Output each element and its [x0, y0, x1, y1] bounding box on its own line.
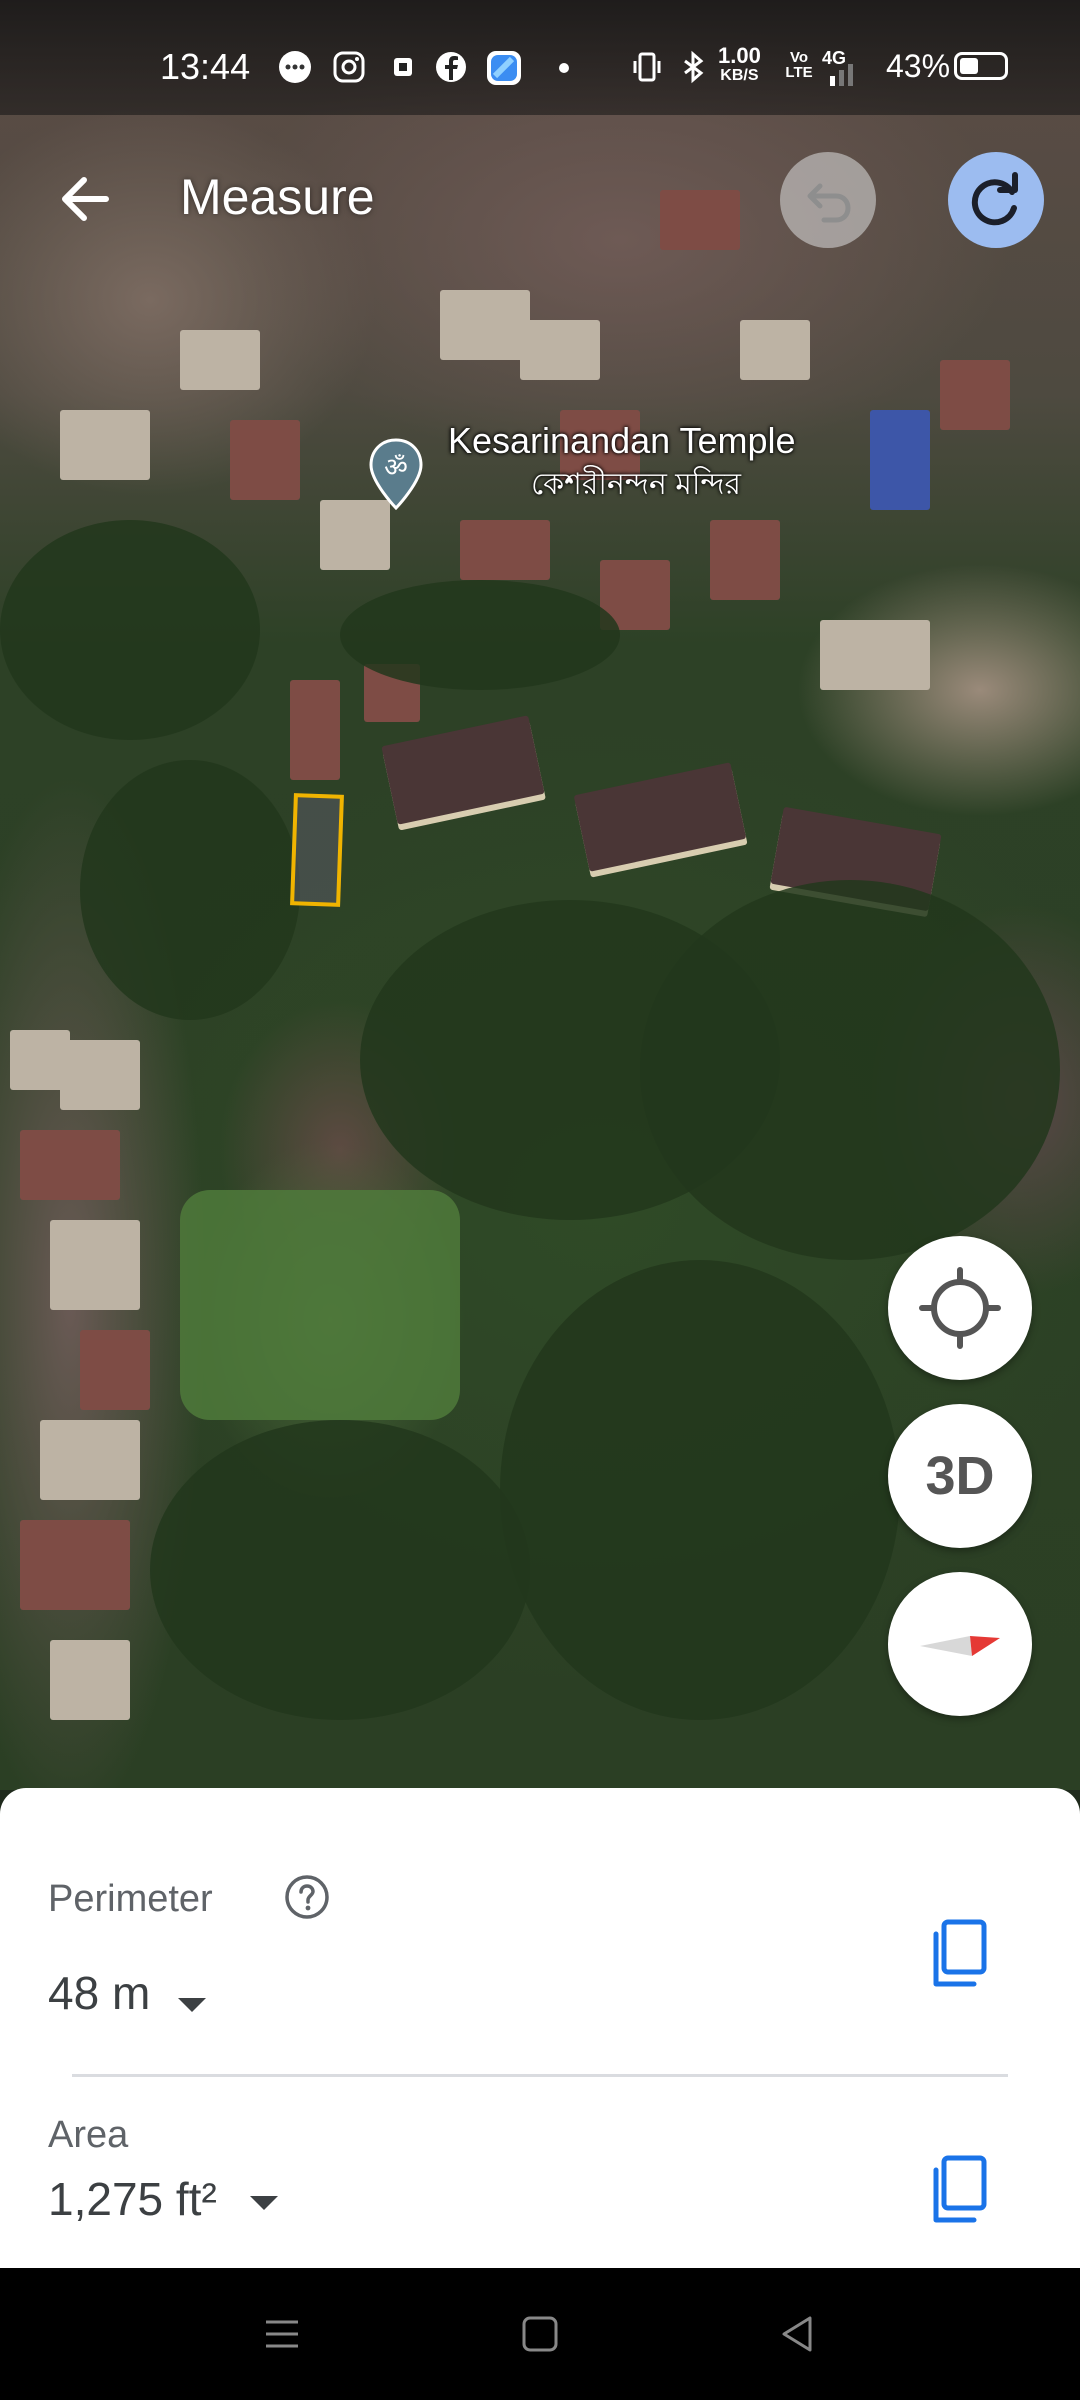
building [460, 520, 550, 580]
app-icon [486, 50, 521, 85]
building [230, 420, 300, 500]
place-name-label[interactable]: Kesarinandan Temple [448, 420, 796, 462]
home-icon[interactable] [518, 2312, 562, 2356]
battery-fill [960, 58, 978, 74]
place-name-local-label[interactable]: কেশরীনন্দন মন্দির [448, 466, 824, 504]
measurement-sheet: Perimeter 48 m Area 1,275 ft² [0, 1788, 1080, 2268]
divider [72, 2074, 1008, 2077]
compass-icon [920, 1636, 1000, 1656]
area-value[interactable]: 1,275 ft² [48, 2172, 217, 2226]
battery-percent: 43% [886, 48, 951, 84]
undo-icon [807, 183, 851, 223]
volte-badge: Vo LTE [785, 49, 813, 81]
compass-button[interactable] [888, 1572, 1032, 1716]
copy-perimeter-button[interactable] [928, 1918, 992, 1990]
building [710, 520, 780, 600]
building [20, 1130, 120, 1200]
battery-icon [954, 52, 1008, 80]
undo-button[interactable] [780, 152, 876, 248]
building [940, 360, 1010, 430]
building [381, 715, 545, 825]
building [740, 320, 810, 380]
dot-icon [556, 50, 590, 84]
back-icon[interactable] [776, 2312, 820, 2356]
tree-cluster [640, 880, 1060, 1260]
network-speed: 1.00 KB/S [718, 43, 761, 86]
area-label: Area [48, 2114, 129, 2156]
network-speed-value: 1.00 [718, 43, 761, 68]
building [290, 680, 340, 780]
tree-cluster [500, 1260, 900, 1720]
menu-icon[interactable] [260, 2312, 304, 2356]
building [50, 1220, 140, 1310]
building [20, 1520, 130, 1610]
measure-polygon[interactable] [290, 793, 344, 907]
perimeter-value[interactable]: 48 m [48, 1966, 150, 2020]
status-time: 13:44 [160, 46, 251, 87]
threed-label: 3D [925, 1446, 995, 1506]
my-location-icon [919, 1267, 1001, 1349]
grass-field [180, 1190, 460, 1420]
perimeter-unit-dropdown-icon[interactable] [178, 1998, 206, 2012]
building [320, 500, 390, 570]
building [80, 1330, 150, 1410]
my-location-button[interactable] [888, 1236, 1032, 1380]
bluetooth-icon [676, 50, 710, 84]
area-unit-dropdown-icon[interactable] [250, 2196, 278, 2210]
tree-cluster [150, 1420, 530, 1720]
building [520, 320, 600, 380]
notification-icon [386, 50, 420, 84]
building [820, 620, 930, 690]
building [180, 330, 260, 390]
copy-icon [933, 1919, 987, 1987]
om-temple-pin-icon[interactable]: ॐ [368, 438, 424, 511]
tree-cluster [80, 760, 300, 1020]
redo-icon [971, 172, 1018, 226]
building [60, 1040, 140, 1110]
back-arrow-icon[interactable] [50, 164, 120, 234]
chat-icon [278, 50, 312, 84]
status-bar: 13:44 1.00 KB/S Vo LTE 4G 43% [0, 0, 1080, 115]
instagram-icon [332, 50, 366, 84]
building [660, 190, 740, 250]
building [573, 762, 747, 872]
tree-cluster [340, 580, 620, 690]
svg-text:ॐ: ॐ [384, 453, 408, 483]
tree-cluster [0, 520, 260, 740]
help-icon[interactable] [284, 1874, 330, 1920]
page-title: Measure [180, 169, 375, 225]
building [40, 1420, 140, 1500]
perimeter-label: Perimeter [48, 1878, 213, 1920]
building [60, 410, 150, 480]
building [50, 1640, 130, 1720]
facebook-icon [434, 50, 468, 84]
system-nav-bar [0, 2268, 1080, 2400]
copy-icon [933, 2155, 987, 2223]
signal-icon [828, 62, 868, 96]
building [440, 290, 530, 360]
threed-button[interactable]: 3D [888, 1404, 1032, 1548]
copy-area-button[interactable] [928, 2154, 992, 2226]
building [870, 410, 930, 510]
vibrate-icon [630, 50, 664, 84]
network-speed-unit: KB/S [720, 67, 759, 84]
redo-button[interactable] [948, 152, 1044, 248]
